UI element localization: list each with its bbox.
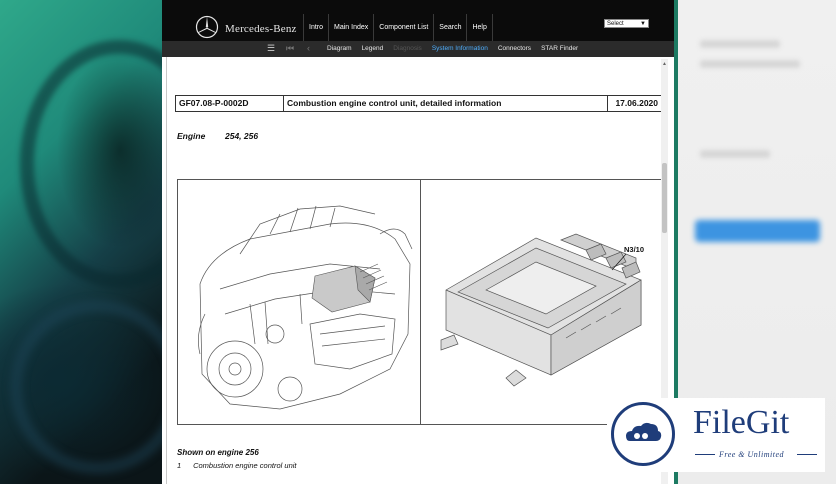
engine-label: Engine bbox=[177, 131, 206, 141]
watermark-logo bbox=[611, 402, 675, 466]
callout-label: N3/10 bbox=[624, 245, 645, 254]
document-date: 17.06.2020 bbox=[615, 98, 658, 108]
sub-toolbar: ☰ ⏮ ‹ Diagram Legend Diagnosis System In… bbox=[162, 41, 674, 57]
tab-diagram[interactable]: Diagram bbox=[322, 41, 357, 57]
brand-name: Mercedes-Benz bbox=[225, 23, 297, 35]
watermark-rule bbox=[797, 454, 817, 455]
scrollbar-thumb[interactable] bbox=[662, 163, 667, 233]
cloud-icon bbox=[626, 422, 662, 441]
caption-item-text: Combustion engine control unit bbox=[193, 461, 297, 470]
top-bar: Mercedes-Benz Intro Main Index Component… bbox=[162, 0, 674, 41]
nav-help[interactable]: Help bbox=[466, 14, 493, 41]
watermark-title: FileGit bbox=[693, 404, 790, 441]
scroll-up-icon[interactable]: ▲ bbox=[662, 61, 667, 67]
document-title: Combustion engine control unit, detailed… bbox=[284, 96, 608, 111]
nav-search[interactable]: Search bbox=[433, 14, 466, 41]
nav-intro[interactable]: Intro bbox=[303, 14, 328, 41]
background-blur-line bbox=[700, 60, 800, 68]
app-window: Mercedes-Benz Intro Main Index Component… bbox=[162, 0, 674, 484]
tab-star-finder[interactable]: STAR Finder bbox=[536, 41, 583, 57]
menu-icon[interactable]: ☰ bbox=[267, 43, 275, 54]
watermark-rule bbox=[695, 454, 715, 455]
select-dropdown[interactable]: Select ▼ bbox=[604, 19, 649, 28]
top-nav: Intro Main Index Component List Search H… bbox=[303, 14, 493, 41]
watermark: FileGit Free & Unlimited bbox=[607, 398, 825, 472]
select-value: Select bbox=[607, 21, 624, 27]
nav-component-list[interactable]: Component List bbox=[373, 14, 433, 41]
tab-connectors[interactable]: Connectors bbox=[493, 41, 536, 57]
caption-title: Shown on engine 256 bbox=[177, 448, 259, 457]
back-icon[interactable]: ‹ bbox=[307, 43, 310, 53]
sub-nav: Diagram Legend Diagnosis System Informat… bbox=[322, 41, 583, 57]
background-blur-button bbox=[695, 220, 820, 242]
caption-item: 1 Combustion engine control unit bbox=[177, 461, 297, 470]
tab-system-information[interactable]: System Information bbox=[427, 41, 493, 57]
first-page-icon[interactable]: ⏮ bbox=[286, 43, 294, 54]
nav-main-index[interactable]: Main Index bbox=[328, 14, 373, 41]
document-header: GF07.08-P-0002D Combustion engine contro… bbox=[175, 95, 662, 112]
mercedes-star-icon[interactable] bbox=[195, 15, 219, 39]
engine-illustration bbox=[198, 205, 413, 410]
component-figure: N3/10 bbox=[177, 179, 665, 425]
caption-item-number: 1 bbox=[177, 461, 182, 470]
background-emblem-blur bbox=[10, 300, 184, 474]
tab-legend[interactable]: Legend bbox=[357, 41, 389, 57]
figure-divider bbox=[420, 180, 421, 424]
background-blur-line bbox=[700, 40, 780, 48]
watermark-subtitle: Free & Unlimited bbox=[719, 450, 785, 459]
tab-diagnosis: Diagnosis bbox=[393, 45, 422, 52]
engine-value: 254, 256 bbox=[225, 131, 259, 141]
document-view: GF07.08-P-0002D Combustion engine contro… bbox=[166, 57, 671, 484]
chevron-down-icon: ▼ bbox=[640, 21, 646, 27]
background-left bbox=[0, 0, 218, 484]
document-code: GF07.08-P-0002D bbox=[176, 96, 284, 111]
background-blur-line bbox=[700, 150, 770, 158]
